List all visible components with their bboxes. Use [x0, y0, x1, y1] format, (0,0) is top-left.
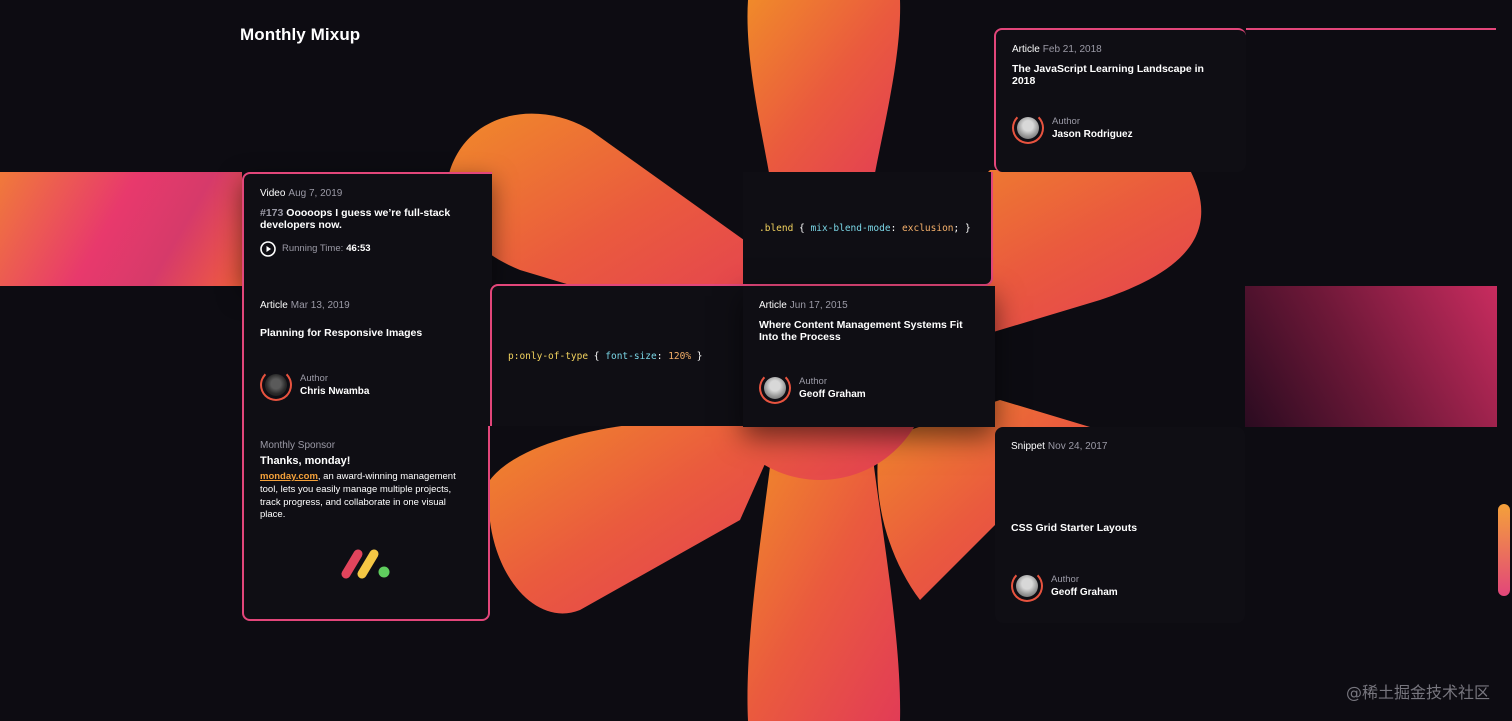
author-row: Author Geoff Graham	[759, 371, 979, 404]
card-date: Jun 17, 2015	[789, 300, 848, 311]
card-meta: Article Jun 17, 2015	[759, 300, 979, 311]
article-card-cms[interactable]: Article Jun 17, 2015 Where Content Manage…	[743, 286, 995, 427]
code-card-blend[interactable]: .blend { mix-blend-mode: exclusion; }	[743, 172, 993, 286]
decorative-gradient-band-left	[0, 172, 242, 286]
code-value: exclusion	[902, 222, 954, 234]
card-type: Article	[260, 300, 288, 311]
sponsor-title: Thanks, monday!	[260, 455, 351, 467]
card-date: Aug 7, 2019	[288, 188, 343, 199]
author-label: Author	[799, 375, 827, 387]
card-title[interactable]: Planning for Responsive Images	[260, 327, 474, 339]
play-icon[interactable]	[260, 240, 276, 257]
card-date: Nov 24, 2017	[1047, 441, 1108, 452]
code-property: mix-blend-mode	[810, 222, 891, 234]
episode-number: #173	[260, 207, 284, 219]
article-card-responsive-images[interactable]: Article Mar 13, 2019 Planning for Respons…	[242, 286, 490, 426]
snippet-card-css-grid[interactable]: Snippet Nov 24, 2017 CSS Grid Starter Lay…	[995, 427, 1245, 623]
author-label: Author	[1052, 115, 1080, 127]
author-name[interactable]: Geoff Graham	[1051, 587, 1118, 598]
avatar	[1011, 570, 1043, 603]
video-title: Ooooops I guess we’re full-stack develop…	[260, 207, 451, 232]
page-title: Monthly Mixup	[240, 25, 361, 44]
code-colon: :	[656, 350, 669, 362]
card-meta: Snippet Nov 24, 2017	[1011, 441, 1229, 452]
card-type: Video	[260, 188, 286, 199]
card-date: Mar 13, 2019	[290, 300, 350, 311]
sponsor-description: monday.com, an award-winning management …	[260, 471, 472, 522]
running-time-value: 46:53	[346, 243, 371, 255]
code-close: ; }	[953, 222, 971, 234]
card-date: Feb 21, 2018	[1042, 44, 1102, 55]
running-time-label: Running Time:	[282, 243, 344, 255]
card-title[interactable]: CSS Grid Starter Layouts	[1011, 522, 1229, 534]
card-type: Snippet	[1011, 441, 1045, 452]
code-snippet: p:only-of-type { font-size: 120% }	[508, 351, 703, 362]
code-close: }	[691, 350, 703, 362]
monday-logo-icon[interactable]	[338, 542, 394, 582]
video-card[interactable]: Video Aug 7, 2019 #173 Ooooops I guess we…	[242, 172, 492, 286]
author-name[interactable]: Geoff Graham	[799, 389, 866, 400]
card-meta: Article Mar 13, 2019	[260, 300, 474, 311]
avatar	[759, 371, 791, 404]
decorative-gradient-band-right	[1245, 286, 1498, 427]
code-colon: :	[890, 222, 903, 234]
author-row: Author Jason Rodriguez	[1012, 111, 1230, 144]
author-label: Author	[300, 373, 328, 385]
scrollbar-thumb[interactable]	[1498, 504, 1510, 596]
sponsor-label: Monthly Sponsor	[260, 440, 336, 451]
avatar	[260, 369, 292, 402]
article-card-js-landscape[interactable]: Article Feb 21, 2018 The JavaScript Learn…	[994, 28, 1246, 172]
code-card-only-of-type[interactable]: p:only-of-type { font-size: 120% }	[490, 284, 743, 426]
author-label: Author	[1051, 574, 1079, 586]
code-selector: .blend	[759, 222, 794, 234]
code-value: 120%	[668, 350, 692, 362]
card-border-line	[1246, 28, 1496, 30]
card-type: Article	[1012, 44, 1040, 55]
card-title[interactable]: The JavaScript Learning Landscape in 201…	[1012, 63, 1230, 88]
author-name[interactable]: Jason Rodriguez	[1052, 129, 1133, 140]
card-type: Article	[759, 300, 787, 311]
code-property: font-size	[605, 350, 657, 362]
author-name[interactable]: Chris Nwamba	[300, 386, 369, 397]
watermark: @稀土掘金技术社区	[1345, 683, 1490, 702]
code-open: {	[588, 350, 606, 362]
scrollbar-track[interactable]	[1497, 0, 1512, 721]
code-selector: p:only-of-type	[508, 350, 589, 362]
author-row: Author Geoff Graham	[1011, 570, 1229, 603]
avatar	[1012, 111, 1044, 144]
sponsor-link[interactable]: monday.com	[260, 471, 318, 482]
card-title[interactable]: #173 Ooooops I guess we’re full-stack de…	[260, 207, 476, 232]
code-snippet: .blend { mix-blend-mode: exclusion; }	[759, 223, 971, 234]
code-open: {	[793, 222, 811, 234]
running-time-row: Running Time: 46:53	[260, 240, 476, 257]
card-meta: Article Feb 21, 2018	[1012, 44, 1230, 55]
card-title[interactable]: Where Content Management Systems Fit Int…	[759, 319, 979, 344]
sponsor-card[interactable]: Monthly Sponsor Thanks, monday! monday.c…	[242, 426, 490, 621]
author-row: Author Chris Nwamba	[260, 369, 474, 402]
card-meta: Video Aug 7, 2019	[260, 188, 476, 199]
